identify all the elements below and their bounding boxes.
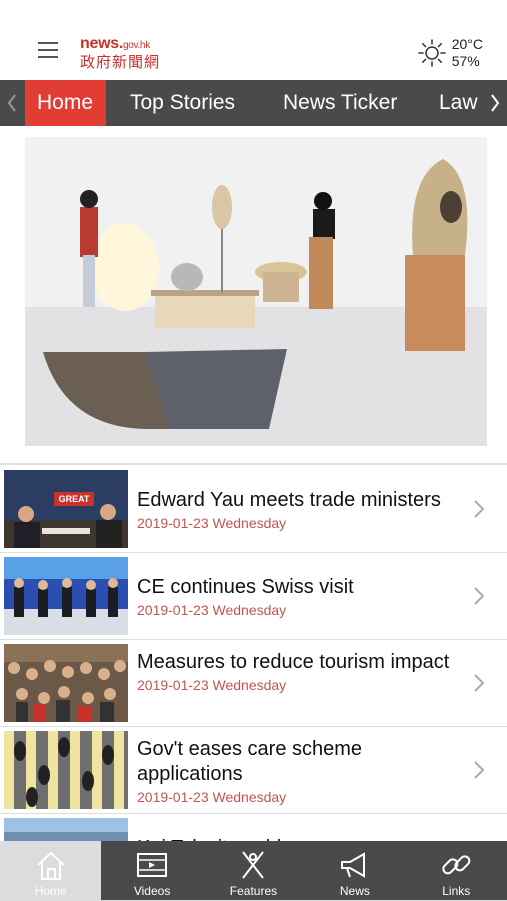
sun-icon (417, 39, 446, 67)
bottom-nav-label: Features (229, 884, 278, 898)
film-icon (137, 853, 168, 877)
bottom-nav-features[interactable]: Features (203, 841, 304, 900)
list-item[interactable]: Measures to reduce tourism impact 2019-0… (0, 640, 507, 727)
news-title: Gov't eases care scheme applications (137, 738, 363, 785)
list-item[interactable]: CE continues Swiss visit 2019-01-23 Wedn… (0, 553, 507, 640)
logo-line1-suffix: gov.hk (122, 40, 150, 51)
news-date: 2019-01-23 Wednesday (137, 602, 287, 618)
logo-line2: 政府新聞網 (80, 54, 161, 71)
thumb-banner-text: GREAT (59, 494, 90, 504)
humidity: 57% (451, 53, 480, 69)
news-date: 2019-01-23 Wednesday (137, 789, 287, 805)
news-date: 2019-01-23 Wednesday (137, 515, 287, 531)
app-header: news.gov.hk 政府新聞網 20°C 57% (0, 0, 507, 80)
bottom-nav-label: Videos (133, 884, 171, 898)
megaphone-icon (340, 852, 365, 878)
tabs-left-arrow-icon[interactable] (0, 80, 24, 126)
list-item[interactable]: GREAT Edward Yau meets trade ministers 2… (0, 466, 507, 553)
weather-widget[interactable]: 20°C 57% (417, 36, 483, 70)
tabs-right-arrow-icon[interactable] (483, 80, 507, 126)
bottom-nav-videos[interactable]: Videos (101, 841, 202, 900)
logo-line1: news. (80, 35, 123, 52)
tab-law[interactable]: Law (427, 80, 490, 126)
features-icon (242, 851, 265, 879)
news-thumbnail (4, 557, 128, 635)
hero-divider (0, 463, 507, 465)
news-logo[interactable]: news.gov.hk 政府新聞網 (80, 35, 161, 72)
bottom-nav-label: Links (442, 884, 471, 898)
tab-top-stories[interactable]: Top Stories (118, 80, 247, 126)
tab-home[interactable]: Home (25, 80, 106, 126)
chevron-right-icon (474, 587, 485, 605)
temperature: 20°C (451, 36, 483, 52)
category-tabs: Home Top Stories News Ticker Law (0, 80, 507, 126)
news-title: Edward Yau meets trade ministers (137, 489, 441, 511)
news-date: 2019-01-23 Wednesday (137, 677, 287, 693)
news-title: CE continues Swiss visit (137, 576, 354, 598)
hamburger-menu-icon[interactable] (38, 42, 58, 60)
tab-news-ticker[interactable]: News Ticker (271, 80, 409, 126)
bottom-nav-label: Home (34, 884, 67, 898)
news-thumbnail (4, 731, 128, 809)
news-thumbnail: GREAT (4, 470, 128, 548)
bottom-nav: Home Videos Features News Links (0, 841, 507, 900)
bottom-nav-links[interactable]: Links (406, 841, 507, 900)
bottom-nav-label: News (339, 884, 370, 898)
bottom-nav-news[interactable]: News (304, 841, 405, 900)
bottom-nav-home[interactable]: Home (0, 841, 102, 900)
chevron-right-icon (474, 761, 485, 779)
home-icon (37, 851, 65, 880)
chevron-right-icon (474, 674, 485, 692)
news-title: Measures to reduce tourism impact (137, 651, 450, 673)
gallery-photo (25, 137, 487, 446)
link-icon (442, 855, 471, 875)
list-item[interactable]: Gov't eases care scheme applications 201… (0, 727, 507, 814)
chevron-right-icon (474, 500, 485, 518)
news-list: GREAT Edward Yau meets trade ministers 2… (0, 466, 507, 901)
hero-image[interactable] (25, 137, 487, 446)
news-thumbnail (4, 644, 128, 722)
